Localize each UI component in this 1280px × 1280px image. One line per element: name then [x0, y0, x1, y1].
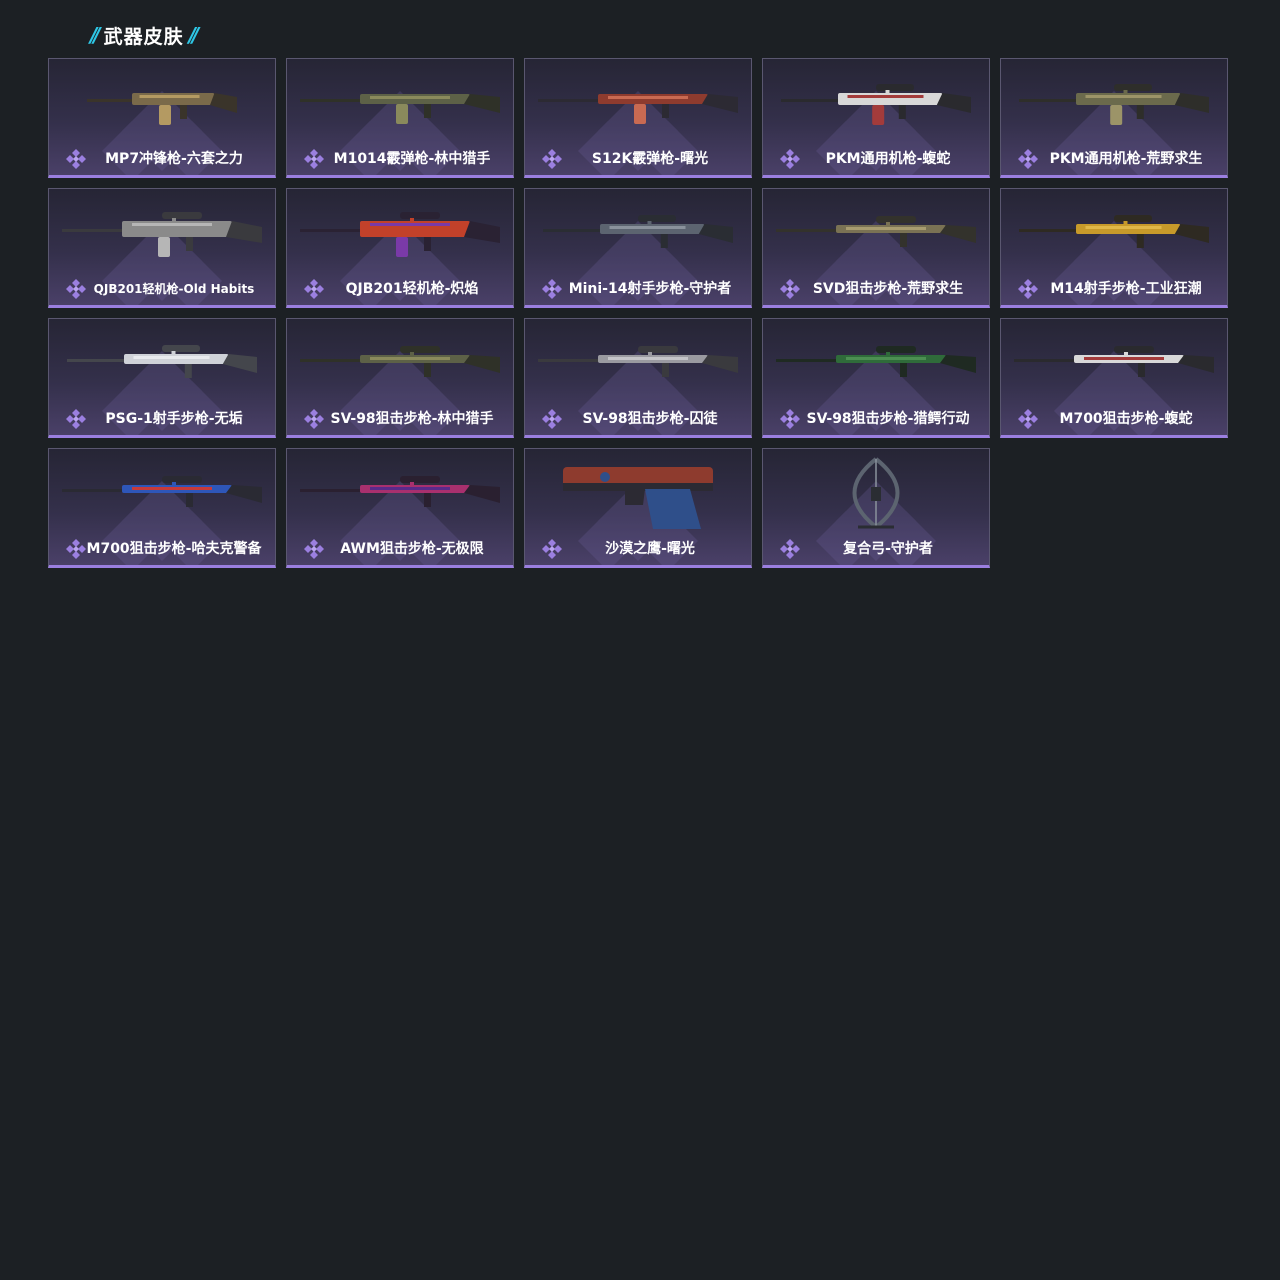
weapon-skin-card[interactable]: M700狙击步枪-哈夫克警备	[48, 448, 276, 568]
weapon-skin-name: SVD狙击步枪-荒野求生	[812, 281, 964, 297]
shotgun-icon	[538, 94, 738, 124]
light-machine-gun-icon	[62, 212, 262, 257]
weapon-skin-name: PKM通用机枪-蝮蛇	[825, 151, 951, 167]
weapon-skin-name: 复合弓-守护者	[843, 541, 933, 557]
shotgun-icon	[300, 94, 500, 124]
sniper-rifle-icon	[62, 476, 262, 507]
sniper-rifle-icon	[300, 476, 500, 507]
weapon-skin-card[interactable]: AWM狙击步枪-无极限	[286, 448, 514, 568]
weapon-skin-card[interactable]: PSG-1射手步枪-无垢	[48, 318, 276, 438]
section-title: 武器皮肤	[103, 25, 184, 48]
weapon-skin-name: M700狙击步枪-蝮蛇	[1059, 411, 1193, 427]
weapon-skin-card[interactable]: S12K霰弹枪-曙光	[524, 58, 752, 178]
weapon-skin-card[interactable]: SV-98狙击步枪-囚徒	[524, 318, 752, 438]
slash-decoration-icon: //	[90, 23, 100, 47]
weapon-skin-name: M14射手步枪-工业狂潮	[1050, 281, 1202, 297]
machine-gun-icon	[781, 84, 971, 125]
weapon-skin-card[interactable]: PKM通用机枪-蝮蛇	[762, 58, 990, 178]
weapon-skin-name: AWM狙击步枪-无极限	[340, 541, 484, 557]
weapon-skin-card[interactable]: M14射手步枪-工业狂潮	[1000, 188, 1228, 308]
sniper-rifle-icon	[300, 346, 500, 377]
weapon-skin-grid: MP7冲锋枪-六套之力 M1014霰弹枪-林中猎手 S12K霰弹枪-曙光 PKM…	[48, 58, 1228, 568]
weapon-skin-card[interactable]: Mini-14射手步枪-守护者	[524, 188, 752, 308]
weapon-skin-name: Mini-14射手步枪-守护者	[568, 281, 732, 297]
weapon-skin-card[interactable]: SV-98狙击步枪-猎鳄行动	[762, 318, 990, 438]
weapon-skin-name: QJB201轻机枪-Old Habits	[93, 282, 255, 296]
sniper-rifle-icon	[538, 346, 738, 377]
sniper-rifle-icon	[776, 346, 976, 377]
machine-gun-icon	[1019, 84, 1209, 125]
weapon-skin-name: M1014霰弹枪-林中猎手	[333, 151, 491, 167]
sniper-rifle-icon	[776, 216, 976, 247]
bow-icon	[852, 457, 900, 529]
weapon-skin-name: S12K霰弹枪-曙光	[591, 151, 709, 167]
weapon-skin-card[interactable]: M700狙击步枪-蝮蛇	[1000, 318, 1228, 438]
weapon-skin-name: SV-98狙击步枪-猎鳄行动	[806, 411, 970, 427]
weapon-skin-card[interactable]: M1014霰弹枪-林中猎手	[286, 58, 514, 178]
weapon-skin-name: SV-98狙击步枪-林中猎手	[330, 411, 494, 427]
weapon-skin-name: 沙漠之鹰-曙光	[605, 541, 695, 557]
section-header: // 武器皮肤 //	[90, 22, 199, 48]
sniper-rifle-icon	[1014, 346, 1214, 377]
pistol-icon	[563, 467, 713, 529]
weapon-skin-name: PSG-1射手步枪-无垢	[105, 411, 243, 427]
slash-decoration-icon: //	[188, 23, 199, 47]
light-machine-gun-icon	[300, 212, 500, 257]
weapon-skin-name: PKM通用机枪-荒野求生	[1049, 151, 1203, 167]
weapon-skin-card[interactable]: SVD狙击步枪-荒野求生	[762, 188, 990, 308]
weapon-skin-card[interactable]: QJB201轻机枪-炽焰	[286, 188, 514, 308]
rifle-icon	[1019, 215, 1209, 248]
rifle-icon	[67, 345, 257, 378]
weapon-skin-name: QJB201轻机枪-炽焰	[345, 281, 479, 297]
weapon-skin-name: SV-98狙击步枪-囚徒	[582, 411, 718, 427]
weapon-skin-card[interactable]: SV-98狙击步枪-林中猎手	[286, 318, 514, 438]
weapon-skin-card[interactable]: PKM通用机枪-荒野求生	[1000, 58, 1228, 178]
weapon-skin-card[interactable]: QJB201轻机枪-Old Habits	[48, 188, 276, 308]
smg-icon	[87, 93, 237, 125]
weapon-skin-name: M700狙击步枪-哈夫克警备	[86, 541, 262, 557]
weapon-skin-name: MP7冲锋枪-六套之力	[105, 151, 243, 167]
rifle-icon	[543, 215, 733, 248]
weapon-skin-card[interactable]: MP7冲锋枪-六套之力	[48, 58, 276, 178]
weapon-skin-card[interactable]: 复合弓-守护者	[762, 448, 990, 568]
weapon-skin-card[interactable]: 沙漠之鹰-曙光	[524, 448, 752, 568]
